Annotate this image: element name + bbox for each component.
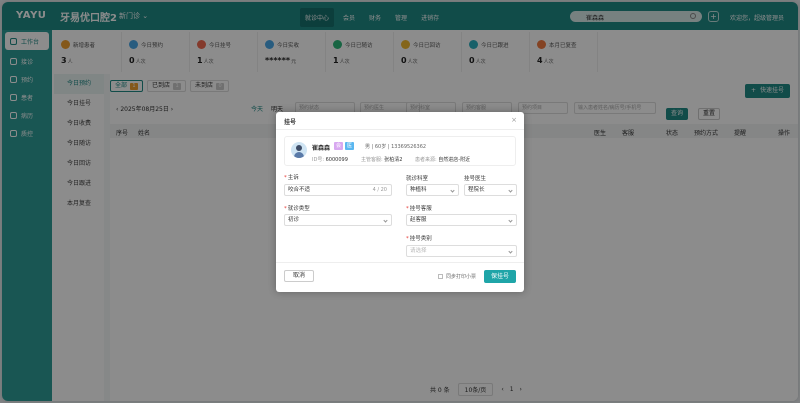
chief-complaint-label: *主诉 xyxy=(284,175,299,181)
chevron-down-icon xyxy=(450,188,455,193)
save-register-button[interactable]: 保挂号 xyxy=(484,270,516,283)
doctor-label: 挂号医生 xyxy=(464,176,487,182)
dept-label: 就诊科室 xyxy=(406,176,429,182)
reg-service-value: 赵客服 xyxy=(410,217,427,223)
print-receipt-label: 同步打印小票 xyxy=(446,274,477,280)
reg-type-label: *挂号类别 xyxy=(406,236,432,242)
member-badge: 会 xyxy=(334,142,343,150)
patient-name: 崔森森 xyxy=(312,145,331,152)
doctor-select[interactable]: 程院长 xyxy=(464,184,517,196)
dialog-title: 挂号 xyxy=(284,119,297,126)
reg-type-select[interactable]: 请选择 xyxy=(406,245,517,257)
doctor-value: 程院长 xyxy=(468,187,485,193)
char-count: 4 / 20 xyxy=(372,187,387,193)
medical-badge: 医 xyxy=(345,142,354,150)
chief-complaint-input[interactable]: 咬合不适 4 / 20 xyxy=(284,184,392,196)
print-receipt-checkbox[interactable]: 同步打印小票 xyxy=(438,273,476,280)
register-dialog: 挂号 × 崔森森 会 医 男 | 60岁 | 13369526362 ID号: … xyxy=(276,112,524,292)
chief-complaint-value: 咬合不适 xyxy=(288,187,311,193)
dept-select[interactable]: 种植科 xyxy=(406,184,459,196)
patient-id: ID号: 6000099 xyxy=(312,157,348,163)
reg-service-label: *挂号客服 xyxy=(406,206,432,212)
chevron-down-icon xyxy=(383,218,388,223)
footer-divider xyxy=(276,262,524,263)
chevron-down-icon xyxy=(508,249,513,254)
reg-type-placeholder: 请选择 xyxy=(410,248,427,254)
avatar xyxy=(291,142,307,158)
visit-type-value: 初诊 xyxy=(288,217,300,223)
chevron-down-icon xyxy=(508,188,513,193)
close-icon[interactable]: × xyxy=(511,116,517,124)
chevron-down-icon xyxy=(508,218,513,223)
checkbox-icon xyxy=(438,274,443,279)
patient-card: 崔森森 会 医 男 | 60岁 | 13369526362 ID号: 60000… xyxy=(284,136,516,166)
patient-source: 患者来源: 自然进店-附近 xyxy=(415,157,471,163)
patient-info: 男 | 60岁 | 13369526362 xyxy=(365,144,427,150)
patient-service: 主管客服: 张柏清2 xyxy=(361,157,403,163)
divider xyxy=(276,129,524,130)
cancel-button[interactable]: 取消 xyxy=(284,270,314,282)
reg-service-select[interactable]: 赵客服 xyxy=(406,214,517,226)
dept-value: 种植科 xyxy=(410,187,427,193)
visit-type-select[interactable]: 初诊 xyxy=(284,214,392,226)
visit-type-label: *就诊类型 xyxy=(284,206,310,212)
